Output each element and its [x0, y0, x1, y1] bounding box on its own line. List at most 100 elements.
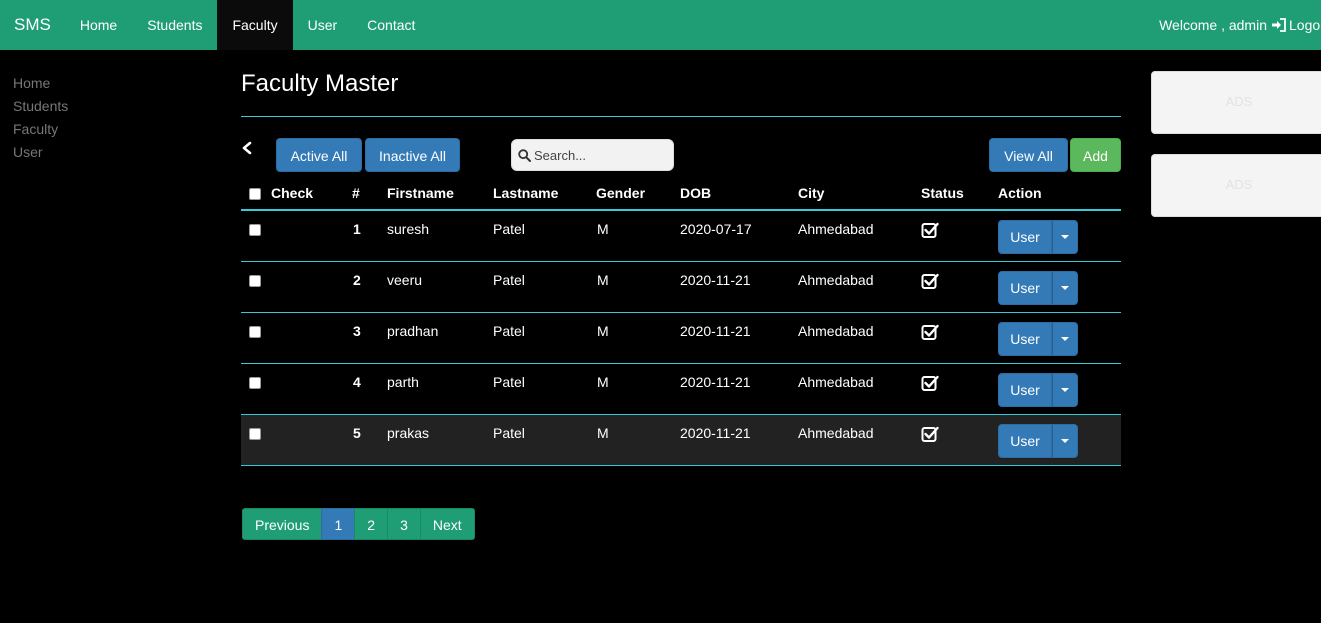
caret-down-icon — [1061, 337, 1069, 341]
row-firstname: prakas — [387, 425, 430, 441]
row-city: Ahmedabad — [798, 374, 874, 390]
caret-down-icon — [1061, 286, 1069, 290]
check-square-icon[interactable] — [921, 323, 939, 341]
action-caret-button[interactable] — [1052, 322, 1078, 356]
check-square-icon[interactable] — [921, 272, 939, 290]
row-city: Ahmedabad — [798, 272, 874, 288]
add-button[interactable]: Add — [1070, 138, 1121, 172]
caret-down-icon — [1061, 439, 1069, 443]
user-action-dropdown: User — [998, 220, 1078, 254]
ad-panel[interactable]: ADS — [1151, 71, 1321, 134]
search-input[interactable] — [531, 147, 661, 163]
logout-link[interactable]: Logout — [1289, 17, 1321, 33]
row-dob: 2020-11-21 — [680, 425, 751, 441]
action-caret-button[interactable] — [1052, 373, 1078, 407]
sidebar: Home Students Faculty User — [13, 72, 163, 164]
nav-students[interactable]: Students — [132, 0, 217, 50]
row-lastname: Patel — [493, 374, 525, 390]
sidebar-item-home[interactable]: Home — [13, 72, 163, 95]
action-caret-button[interactable] — [1052, 424, 1078, 458]
check-square-icon[interactable] — [921, 425, 939, 443]
row-gender: M — [597, 221, 609, 237]
user-action-button[interactable]: User — [998, 220, 1052, 254]
col-status: Status — [921, 185, 964, 201]
nav-faculty[interactable]: Faculty — [217, 0, 293, 50]
pagination: Previous 1 2 3 Next — [242, 508, 475, 540]
action-caret-button[interactable] — [1052, 220, 1078, 254]
user-action-button[interactable]: User — [998, 271, 1052, 305]
row-checkbox[interactable] — [249, 326, 261, 339]
inactive-all-button[interactable]: Inactive All — [365, 138, 460, 172]
user-action-button[interactable]: User — [998, 424, 1052, 458]
row-gender: M — [597, 374, 609, 390]
caret-down-icon — [1061, 235, 1069, 239]
select-all-checkbox[interactable] — [249, 188, 261, 201]
col-gender[interactable]: Gender — [596, 176, 645, 211]
active-all-button[interactable]: Active All — [276, 138, 362, 172]
sign-out-icon[interactable] — [1271, 18, 1287, 32]
search-box[interactable] — [511, 139, 674, 171]
pagination-next[interactable]: Next — [419, 508, 475, 540]
col-dob[interactable]: DOB — [680, 176, 711, 211]
table-row: 5 prakas Patel M 2020-11-21 Ahmedabad Us… — [241, 415, 1121, 466]
row-firstname: pradhan — [387, 323, 439, 339]
row-dob: 2020-11-21 — [680, 374, 751, 390]
faculty-table: Check # Firstname Lastname Gender DOB Ci… — [241, 176, 1121, 466]
row-dob: 2020-11-21 — [680, 323, 751, 339]
table-row: 1 suresh Patel M 2020-07-17 Ahmedabad Us… — [241, 211, 1121, 262]
chevron-left-icon[interactable] — [241, 141, 253, 155]
view-all-button[interactable]: View All — [989, 138, 1068, 172]
check-square-icon[interactable] — [921, 374, 939, 392]
row-firstname: veeru — [387, 272, 423, 288]
check-square-icon[interactable] — [921, 221, 939, 239]
sidebar-item-user[interactable]: User — [13, 141, 163, 164]
pagination-page-1[interactable]: 1 — [321, 508, 356, 540]
title-divider — [241, 116, 1121, 117]
row-city: Ahmedabad — [798, 323, 874, 339]
row-lastname: Patel — [493, 425, 525, 441]
row-checkbox[interactable] — [249, 377, 261, 390]
table-row: 2 veeru Patel M 2020-11-21 Ahmedabad Use… — [241, 262, 1121, 313]
page-title: Faculty Master — [241, 70, 399, 97]
brand-logo[interactable]: SMS — [0, 0, 65, 50]
col-firstname[interactable]: Firstname — [387, 176, 454, 211]
user-area: Welcome , admin Logout — [1159, 0, 1321, 50]
col-city[interactable]: City — [798, 176, 824, 211]
row-num: 2 — [353, 272, 361, 288]
table-row: 4 parth Patel M 2020-11-21 Ahmedabad Use… — [241, 364, 1121, 415]
row-checkbox[interactable] — [249, 224, 261, 237]
pagination-page-3[interactable]: 3 — [387, 508, 421, 540]
search-icon — [518, 148, 531, 162]
row-gender: M — [597, 425, 609, 441]
row-checkbox[interactable] — [249, 428, 261, 441]
user-action-dropdown: User — [998, 373, 1078, 407]
row-checkbox[interactable] — [249, 275, 261, 288]
pagination-page-2[interactable]: 2 — [354, 508, 389, 540]
row-lastname: Patel — [493, 272, 525, 288]
action-caret-button[interactable] — [1052, 271, 1078, 305]
pagination-previous[interactable]: Previous — [242, 508, 323, 540]
row-lastname: Patel — [493, 323, 525, 339]
row-num: 1 — [353, 221, 361, 237]
ad-panel[interactable]: ADS — [1151, 154, 1321, 217]
row-gender: M — [597, 272, 609, 288]
caret-down-icon — [1061, 388, 1069, 392]
nav-contact[interactable]: Contact — [352, 0, 430, 50]
col-action: Action — [998, 185, 1042, 201]
row-gender: M — [597, 323, 609, 339]
user-action-button[interactable]: User — [998, 373, 1052, 407]
row-firstname: parth — [387, 374, 419, 390]
row-city: Ahmedabad — [798, 425, 874, 441]
nav-home[interactable]: Home — [65, 0, 132, 50]
user-action-button[interactable]: User — [998, 322, 1052, 356]
sidebar-item-faculty[interactable]: Faculty — [13, 118, 163, 141]
table-header: Check # Firstname Lastname Gender DOB Ci… — [241, 176, 1121, 211]
user-action-dropdown: User — [998, 271, 1078, 305]
nav-user[interactable]: User — [293, 0, 353, 50]
col-lastname[interactable]: Lastname — [493, 176, 558, 211]
sidebar-item-students[interactable]: Students — [13, 95, 163, 118]
table-row: 3 pradhan Patel M 2020-11-21 Ahmedabad U… — [241, 313, 1121, 364]
row-firstname: suresh — [387, 221, 430, 237]
user-action-dropdown: User — [998, 322, 1078, 356]
row-num: 5 — [353, 425, 361, 441]
